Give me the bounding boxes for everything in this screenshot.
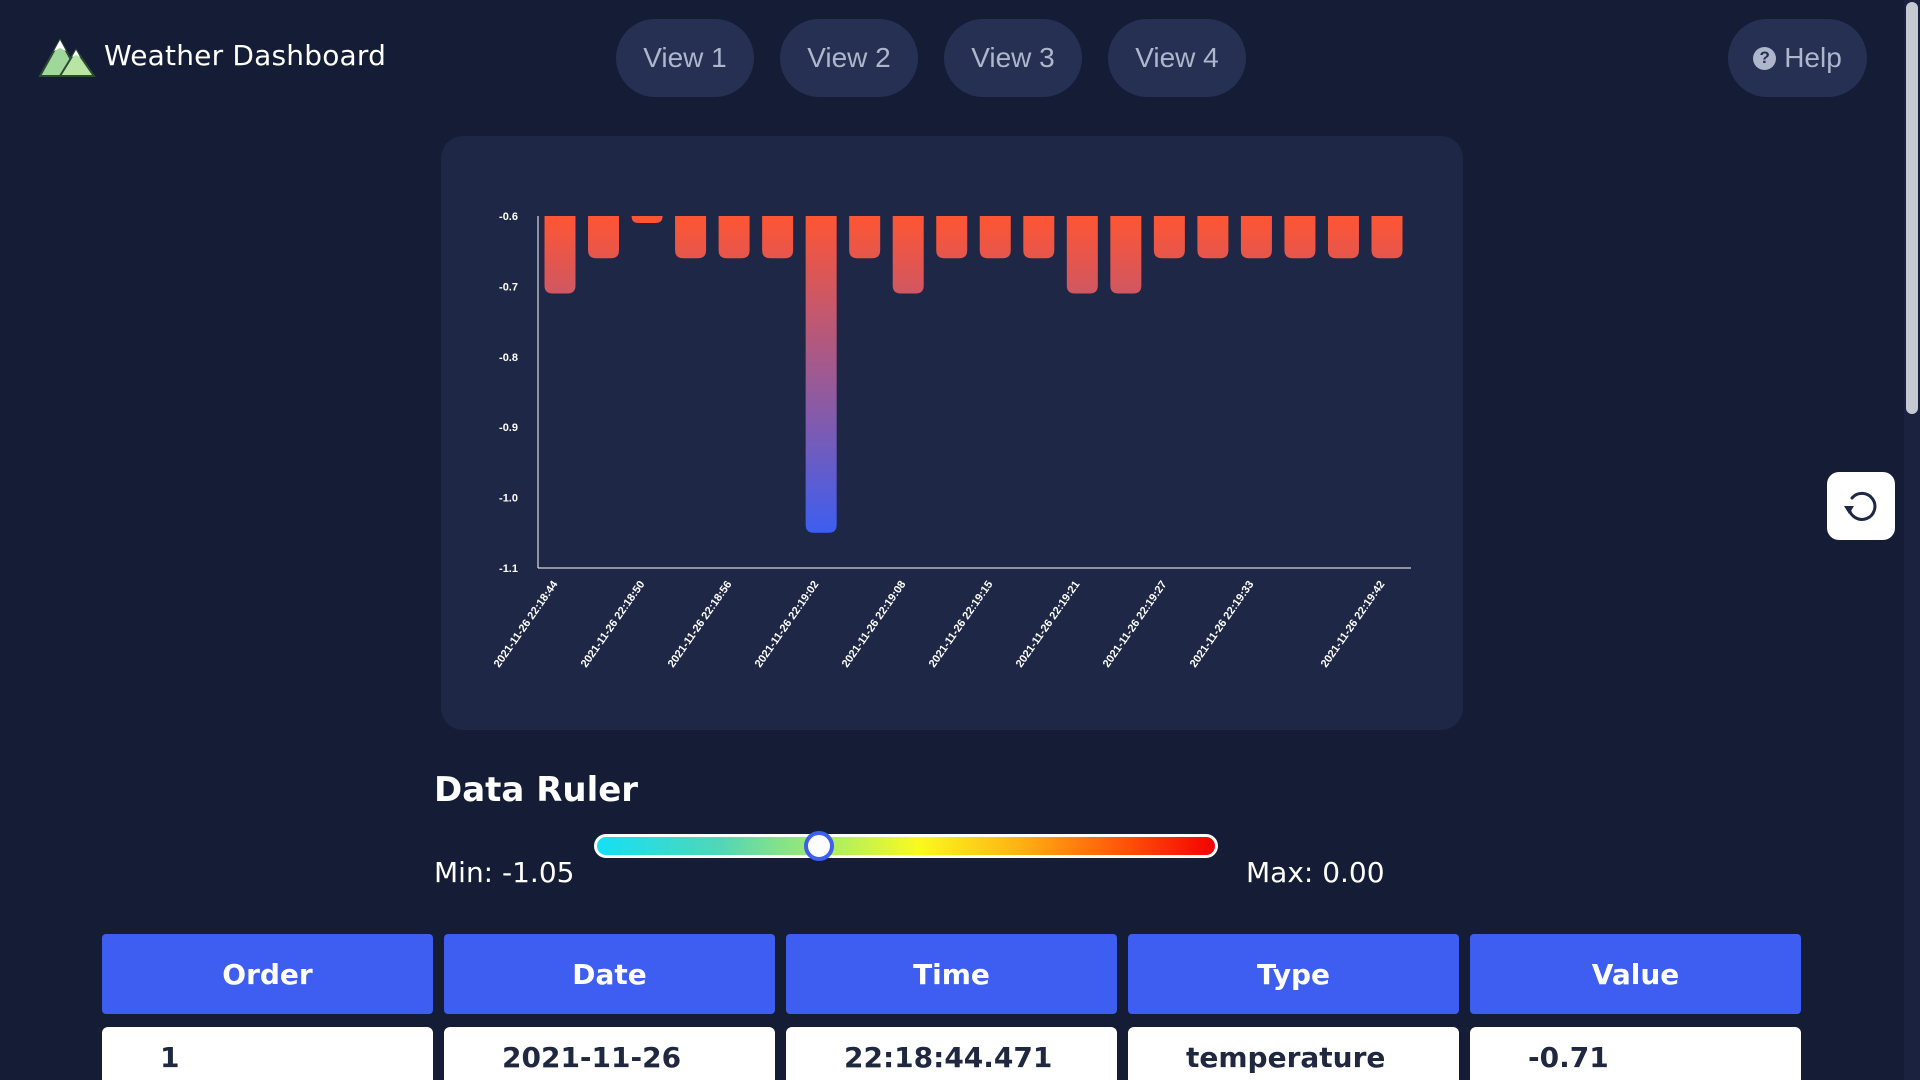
cell-order: 1: [102, 1027, 433, 1080]
x-tick-label: 2021-11-26 22:19:27: [1101, 579, 1170, 670]
column-header-time[interactable]: Time: [786, 934, 1117, 1014]
chart-bar[interactable]: [849, 216, 881, 259]
chart-bar[interactable]: [544, 216, 576, 294]
cell-type: temperature: [1128, 1027, 1459, 1080]
chart-card: -0.6 -0.7 -0.8 -0.9 -1.0 -1.1 2021-11-26 22:1…: [441, 136, 1463, 730]
y-tick-labels: -0.6 -0.7 -0.8 -0.9 -1.0 -1.1: [499, 211, 518, 575]
reset-button[interactable]: [1827, 472, 1895, 540]
y-tick-label: -1.0: [499, 493, 518, 505]
data-ruler-max: Max: 0.00: [1246, 856, 1385, 889]
y-tick-label: -1.1: [499, 563, 518, 575]
chart-bar[interactable]: [1240, 216, 1272, 259]
table-row: 1 2021-11-26 22:18:44.471 temperature -0…: [98, 1027, 1801, 1080]
cell-time: 22:18:44.471: [786, 1027, 1117, 1080]
data-ruler-title: Data Ruler: [434, 770, 639, 810]
x-tick-labels: 2021-11-26 22:18:44 2021-11-26 22:18:50 20…: [492, 578, 1388, 670]
help-label: Help: [1784, 42, 1842, 73]
view-4-button[interactable]: View 4: [1108, 19, 1246, 97]
chart-bar[interactable]: [675, 216, 707, 259]
chart-bar[interactable]: [1023, 216, 1055, 259]
chart-bar[interactable]: [892, 216, 924, 294]
x-tick-label: 2021-11-26 22:19:33: [1188, 579, 1257, 670]
chart-bar[interactable]: [979, 216, 1011, 259]
chart-bar[interactable]: [1197, 216, 1229, 259]
app-title: Weather Dashboard: [104, 38, 387, 72]
data-table: Order Date Time Type Value 1 2021-11-26 …: [98, 934, 1808, 1080]
column-header-type[interactable]: Type: [1128, 934, 1459, 1014]
chart-bar[interactable]: [1153, 216, 1185, 259]
view-nav: View 1 View 2 View 3 View 4: [616, 19, 1246, 97]
x-tick-label: 2021-11-26 22:18:56: [666, 579, 735, 670]
cell-date: 2021-11-26: [444, 1027, 775, 1080]
help-button[interactable]: ? Help: [1728, 19, 1867, 97]
brand[interactable]: Weather Dashboard: [38, 32, 386, 78]
column-header-date[interactable]: Date: [444, 934, 775, 1014]
chart-bar[interactable]: [631, 216, 663, 224]
data-ruler-min: Min: -1.05: [434, 856, 575, 889]
data-ruler-slider-track[interactable]: [594, 834, 1218, 858]
chart-bar[interactable]: [805, 216, 837, 533]
chart-bar[interactable]: [1284, 216, 1316, 259]
column-header-value[interactable]: Value: [1470, 934, 1801, 1014]
view-1-button[interactable]: View 1: [616, 19, 754, 97]
view-3-button[interactable]: View 3: [944, 19, 1082, 97]
x-tick-label: 2021-11-26 22:19:15: [927, 579, 996, 670]
x-tick-label: 2021-11-26 22:19:02: [753, 579, 822, 670]
mountain-logo-icon: [38, 37, 96, 77]
y-tick-label: -0.6: [499, 211, 518, 223]
chart-bar[interactable]: [1066, 216, 1098, 294]
chart-bar[interactable]: [1110, 216, 1142, 294]
x-tick-label: 2021-11-26 22:19:08: [840, 579, 909, 670]
page-scrollbar-thumb[interactable]: [1906, 2, 1918, 414]
column-header-order[interactable]: Order: [102, 934, 433, 1014]
x-tick-label: 2021-11-26 22:19:42: [1319, 579, 1388, 670]
chart-bar[interactable]: [1327, 216, 1359, 259]
chart-bar[interactable]: [718, 216, 750, 259]
table-header-row: Order Date Time Type Value: [98, 934, 1801, 1014]
y-tick-label: -0.9: [499, 422, 518, 434]
y-tick-label: -0.7: [499, 281, 518, 293]
chart-bar[interactable]: [936, 216, 968, 259]
data-ruler-slider-thumb[interactable]: [803, 831, 834, 861]
chart-bar[interactable]: [588, 216, 620, 259]
chart-bar[interactable]: [1371, 216, 1403, 259]
question-circle-icon: ?: [1753, 46, 1777, 70]
chart-axes: [537, 216, 1411, 569]
cell-value: -0.71: [1470, 1027, 1801, 1080]
x-tick-label: 2021-11-26 22:18:50: [579, 579, 648, 670]
y-tick-label: -0.8: [499, 352, 518, 364]
x-tick-label: 2021-11-26 22:18:44: [492, 578, 561, 670]
reset-rotate-icon: [1844, 491, 1877, 521]
view-2-button[interactable]: View 2: [780, 19, 918, 97]
bar-chart: -0.6 -0.7 -0.8 -0.9 -1.0 -1.1 2021-11-26 22:1…: [492, 211, 1411, 670]
x-tick-label: 2021-11-26 22:19:21: [1014, 579, 1083, 670]
chart-bar[interactable]: [762, 216, 794, 259]
top-navbar: Weather Dashboard View 1 View 2 View 3 V…: [0, 0, 1920, 115]
chart-bars: [544, 216, 1403, 533]
